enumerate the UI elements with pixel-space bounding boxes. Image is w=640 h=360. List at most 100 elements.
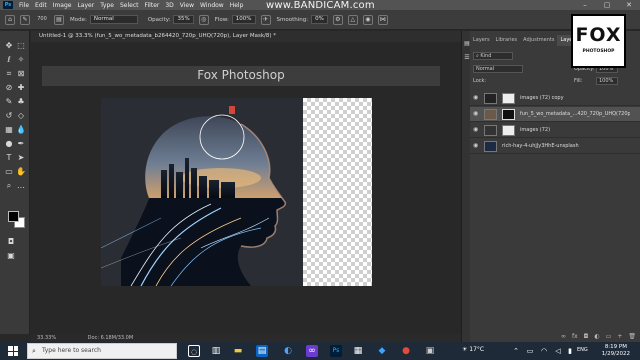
network-icon[interactable]: ◠ xyxy=(538,345,550,357)
volume-icon[interactable]: ◁ xyxy=(552,345,564,357)
visibility-eye-icon[interactable]: ◉ xyxy=(473,94,478,101)
layer-row-selected[interactable]: ◉ fun_5_wo_metadata_...420_720p_UHQ(720p… xyxy=(470,107,640,122)
visibility-eye-icon[interactable]: ◉ xyxy=(473,142,478,149)
stamp-tool-icon[interactable]: ♣ xyxy=(16,97,26,107)
zoom-tool-icon[interactable]: ⌕ xyxy=(4,181,14,191)
mode-select[interactable]: Normal xyxy=(89,15,138,24)
dodge-tool-icon[interactable]: ● xyxy=(4,139,14,149)
task-view-icon[interactable]: ◌ xyxy=(188,345,200,357)
path-select-tool-icon[interactable]: ➤ xyxy=(16,153,26,163)
menu-layer[interactable]: Layer xyxy=(74,2,97,9)
new-layer-icon[interactable]: + xyxy=(617,332,622,342)
layer-mask-thumbnail[interactable] xyxy=(502,125,515,136)
folder-icon[interactable]: ▦ xyxy=(352,345,364,357)
fill-field[interactable]: 100% xyxy=(596,77,618,85)
menu-help[interactable]: Help xyxy=(227,2,247,9)
hand-tool-icon[interactable]: ✋ xyxy=(16,167,26,177)
layer-row[interactable]: ◉ images (72) xyxy=(470,123,640,138)
menu-type[interactable]: Type xyxy=(97,2,117,9)
menu-image[interactable]: Image xyxy=(50,2,75,9)
trash-icon[interactable]: 🗑 xyxy=(628,332,636,342)
tab-libraries[interactable]: Libraries xyxy=(493,35,521,46)
blur-tool-icon[interactable]: 💧 xyxy=(16,125,26,135)
minimize-button[interactable]: – xyxy=(574,0,596,10)
tray-app-icon[interactable]: ▭ xyxy=(524,345,536,357)
add-mask-icon[interactable]: ◘ xyxy=(584,332,589,342)
doc-size[interactable]: Doc: 6.18M/33.0M xyxy=(88,335,134,341)
brush-preset-icon[interactable]: 700 xyxy=(35,15,49,25)
lasso-tool-icon[interactable]: ℓ xyxy=(4,55,14,65)
crop-tool-icon[interactable]: ⌗ xyxy=(4,69,14,79)
pressure-size-icon[interactable]: ◉ xyxy=(362,14,373,25)
flow-field[interactable]: 100% xyxy=(231,15,256,24)
bandicam-icon[interactable]: ● xyxy=(400,345,412,357)
layer-style-icon[interactable]: fx xyxy=(572,332,578,342)
taskbar-search-box[interactable]: ⌕ Type here to search xyxy=(27,343,177,359)
visual-studio-icon[interactable]: ∞ xyxy=(306,345,318,357)
menu-edit[interactable]: Edit xyxy=(32,2,50,9)
brush-tool-icon-side[interactable]: ✎ xyxy=(4,97,14,107)
layer-row[interactable]: ◉ images (72) copy xyxy=(470,91,640,106)
menu-select[interactable]: Select xyxy=(117,2,142,9)
brush-tool-icon[interactable]: ✎ xyxy=(20,14,30,25)
vscode-icon[interactable]: ◆ xyxy=(376,345,388,357)
tab-adjustments[interactable]: Adjustments xyxy=(520,35,557,46)
brush-settings-icon[interactable]: ▤ xyxy=(54,14,64,25)
menu-view[interactable]: View xyxy=(177,2,197,9)
marquee-tool-icon[interactable]: ⬚ xyxy=(16,41,26,51)
layer-mask-thumbnail[interactable] xyxy=(502,109,515,120)
app-icon[interactable]: ▣ xyxy=(424,345,436,357)
photoshop-taskbar-icon[interactable]: Ps xyxy=(330,345,342,357)
foreground-color-swatch[interactable] xyxy=(8,211,19,222)
store-icon[interactable]: ▤ xyxy=(256,345,268,357)
gradient-tool-icon[interactable]: ▦ xyxy=(4,125,14,135)
move-tool-icon[interactable]: ✥ xyxy=(4,41,14,51)
smoothing-field[interactable]: 0% xyxy=(311,15,328,24)
tray-chevron-icon[interactable]: ⌃ xyxy=(510,345,522,357)
widgets-icon[interactable]: ▥ xyxy=(210,345,222,357)
close-window-button[interactable]: ✕ xyxy=(618,0,640,10)
healing-tool-icon[interactable]: ✚ xyxy=(16,83,26,93)
document-tab[interactable]: Untitled-1 @ 33.3% (fun_5_wo_metadata_b2… xyxy=(31,31,461,42)
symmetry-icon[interactable]: ⋈ xyxy=(377,14,388,25)
kind-filter-select[interactable]: ⌕ Kind xyxy=(473,52,513,60)
tab-layers[interactable]: Layers xyxy=(470,35,493,46)
menu-filter[interactable]: Filter xyxy=(142,2,163,9)
screen-mode-icon[interactable]: ▣ xyxy=(6,251,16,261)
pen-tool-icon[interactable]: ✒ xyxy=(16,139,26,149)
group-icon[interactable]: ▭ xyxy=(606,332,612,342)
document-canvas-image[interactable] xyxy=(101,98,303,286)
shape-tool-icon[interactable]: ▭ xyxy=(4,167,14,177)
airbrush-icon[interactable]: ✈ xyxy=(260,14,271,25)
frame-tool-icon[interactable]: ⊠ xyxy=(16,69,26,79)
quick-select-tool-icon[interactable]: ✧ xyxy=(16,55,26,65)
home-icon[interactable]: ⌂ xyxy=(5,14,15,25)
quick-mask-icon[interactable]: ◘ xyxy=(6,237,16,247)
eraser-tool-icon[interactable]: ◇ xyxy=(16,111,26,121)
edge-icon[interactable]: ◐ xyxy=(282,345,294,357)
eyedropper-tool-icon[interactable]: ⊘ xyxy=(4,83,14,93)
layer-mask-thumbnail[interactable] xyxy=(502,93,515,104)
zoom-level[interactable]: 33.33% xyxy=(37,335,56,341)
layer-row[interactable]: ◉ rich-hay-4-uhjJy3HhE-unsplash xyxy=(470,139,640,154)
adjustment-layer-icon[interactable]: ◐ xyxy=(594,332,599,342)
visibility-eye-icon[interactable]: ◉ xyxy=(473,126,478,133)
history-brush-tool-icon[interactable]: ↺ xyxy=(4,111,14,121)
visibility-eye-icon[interactable]: ◉ xyxy=(473,110,478,117)
type-tool-icon[interactable]: T xyxy=(4,153,14,163)
more-tools-icon[interactable]: … xyxy=(16,181,26,191)
weather-temperature[interactable]: ☀ 17°C xyxy=(462,346,484,353)
menu-window[interactable]: Window xyxy=(197,2,227,9)
file-explorer-icon[interactable]: ▬ xyxy=(232,345,244,357)
menu-file[interactable]: File xyxy=(16,2,32,9)
link-layers-icon[interactable]: ∞ xyxy=(561,332,566,342)
opacity-field[interactable]: 35% xyxy=(173,15,194,24)
smoothing-settings-icon[interactable]: ⚙ xyxy=(332,14,343,25)
menu-3d[interactable]: 3D xyxy=(162,2,176,9)
clock[interactable]: 8:19 PM 1/29/2022 xyxy=(602,344,630,358)
maximize-button[interactable]: ▢ xyxy=(596,0,618,10)
windows-start-icon[interactable] xyxy=(8,346,18,356)
blend-mode-select[interactable]: Normal xyxy=(473,65,523,73)
language-indicator[interactable]: ENG xyxy=(577,347,588,353)
pressure-opacity-icon[interactable]: ◎ xyxy=(198,14,209,25)
